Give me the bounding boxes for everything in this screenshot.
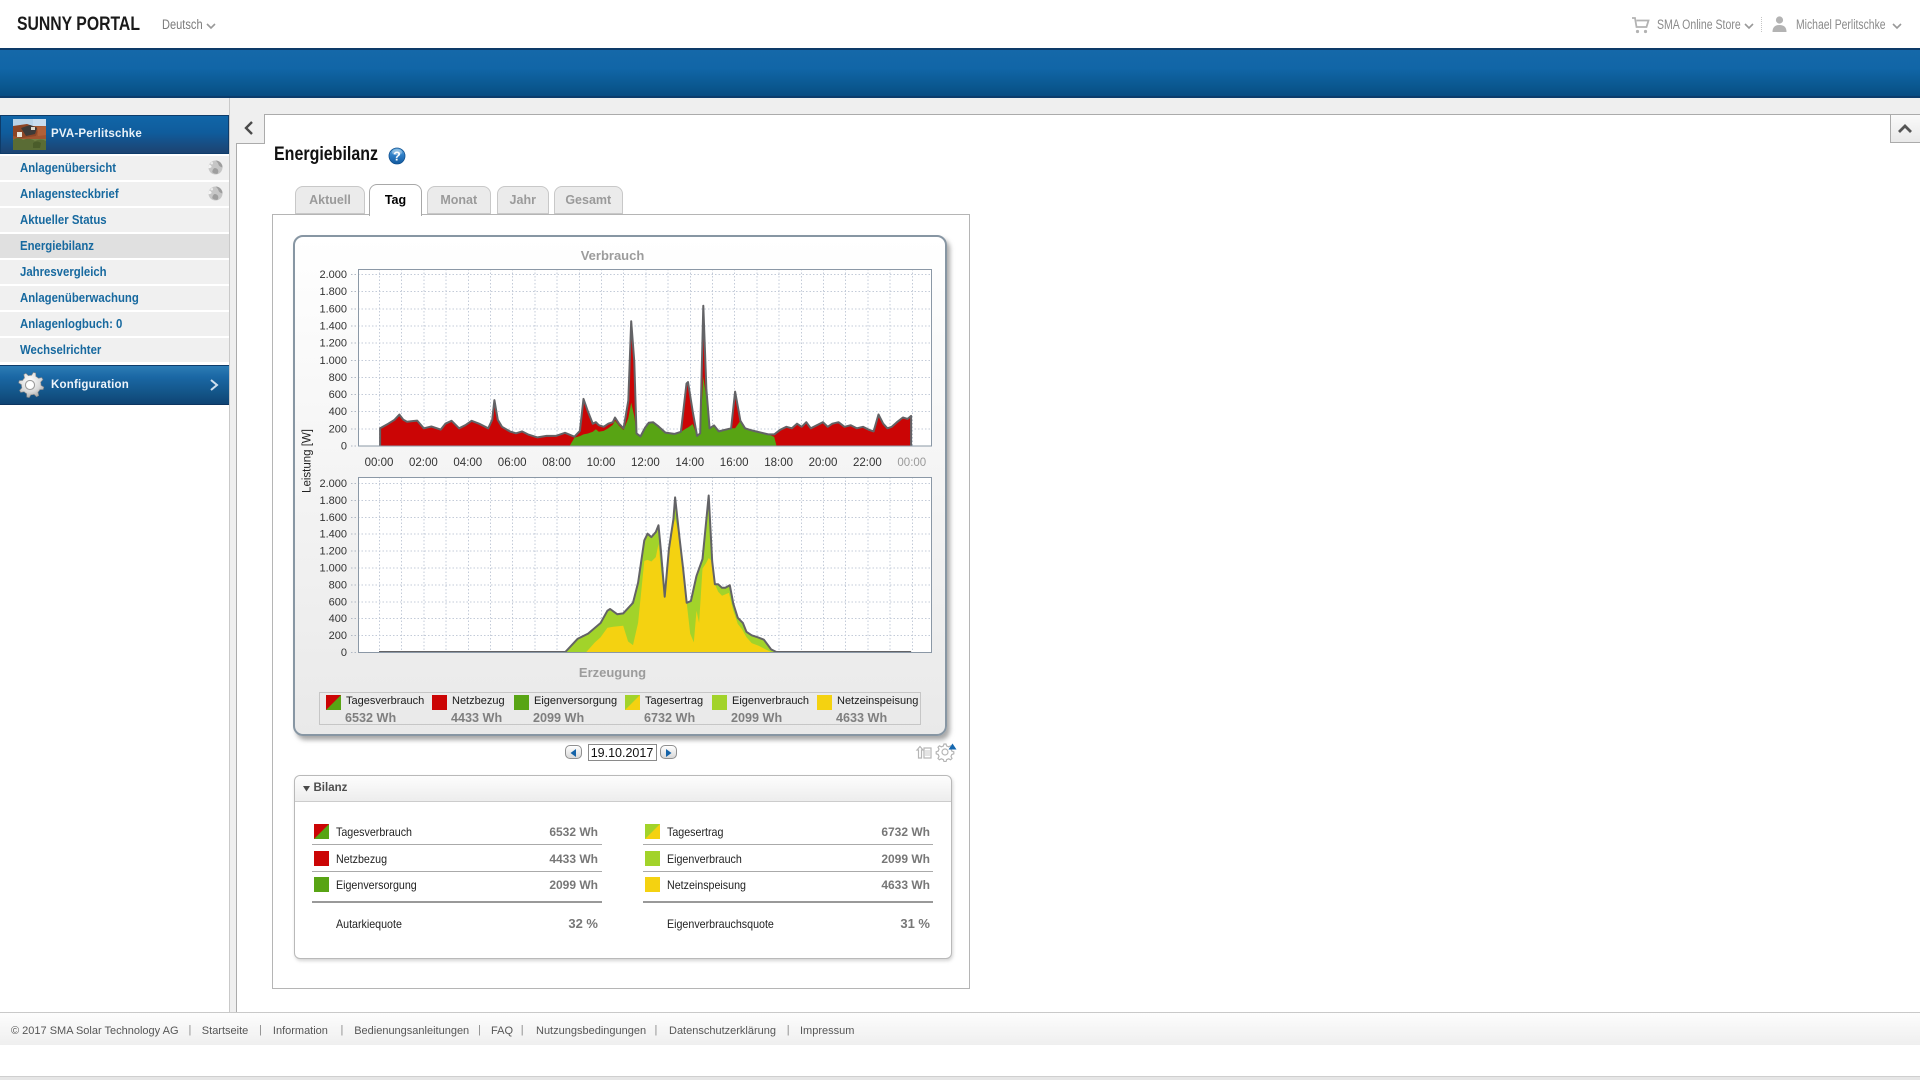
svg-text:1.800: 1.800 [319, 495, 347, 507]
svg-text:400: 400 [329, 406, 347, 418]
svg-text:200: 200 [329, 423, 347, 435]
svg-text:Leistung [W]: Leistung [W] [302, 429, 314, 493]
svg-text:?: ? [393, 149, 401, 163]
svg-text:00:00: 00:00 [897, 457, 926, 469]
svg-text:2.000: 2.000 [319, 269, 347, 281]
svg-text:1.800: 1.800 [319, 286, 347, 298]
svg-text:400: 400 [329, 613, 347, 625]
svg-text:0: 0 [341, 441, 347, 453]
svg-text:12:00: 12:00 [631, 457, 660, 469]
svg-text:1.600: 1.600 [319, 303, 347, 315]
svg-text:1.000: 1.000 [319, 355, 347, 367]
svg-text:800: 800 [329, 372, 347, 384]
svg-text:14:00: 14:00 [675, 457, 704, 469]
svg-text:1.200: 1.200 [319, 338, 347, 350]
svg-text:06:00: 06:00 [498, 457, 527, 469]
svg-text:08:00: 08:00 [542, 457, 571, 469]
svg-text:200: 200 [329, 630, 347, 642]
svg-text:2.000: 2.000 [319, 478, 347, 490]
svg-text:1.600: 1.600 [319, 512, 347, 524]
svg-text:800: 800 [329, 579, 347, 591]
svg-text:02:00: 02:00 [409, 457, 438, 469]
svg-text:16:00: 16:00 [720, 457, 749, 469]
svg-text:22:00: 22:00 [853, 457, 882, 469]
svg-text:18:00: 18:00 [764, 457, 793, 469]
svg-text:00:00: 00:00 [365, 457, 394, 469]
svg-text:600: 600 [329, 596, 347, 608]
svg-text:04:00: 04:00 [453, 457, 482, 469]
svg-text:1.200: 1.200 [319, 546, 347, 558]
svg-text:0: 0 [341, 647, 347, 659]
svg-text:600: 600 [329, 389, 347, 401]
svg-text:10:00: 10:00 [587, 457, 616, 469]
svg-text:1.000: 1.000 [319, 563, 347, 575]
svg-text:1.400: 1.400 [319, 529, 347, 541]
svg-text:1.400: 1.400 [319, 320, 347, 332]
svg-text:20:00: 20:00 [809, 457, 838, 469]
